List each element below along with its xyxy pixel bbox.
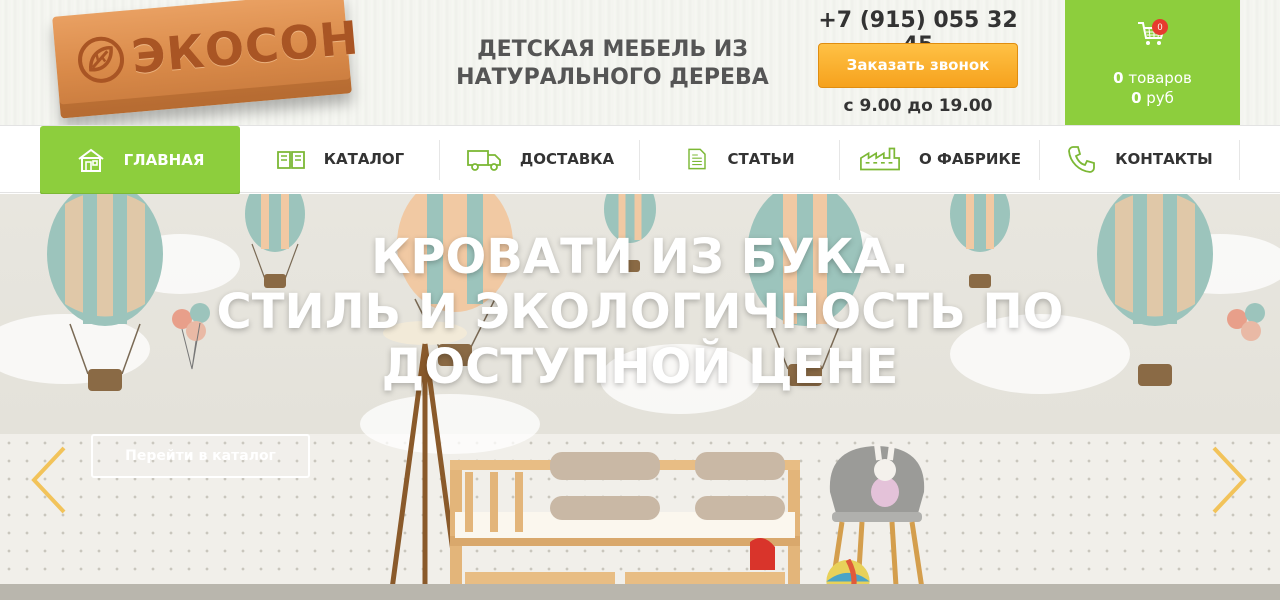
- tagline-line2: НАТУРАЛЬНОГО ДЕРЕВА: [456, 65, 769, 90]
- nav-label: ДОСТАВКА: [519, 150, 615, 168]
- hero-title-line2: СТИЛЬ И ЭКОЛОГИЧНОСТЬ ПО: [216, 284, 1064, 340]
- nav-item-articles[interactable]: СТАТЬИ: [640, 126, 840, 192]
- hero-title-line3: ДОСТУПНОЙ ЦЕНЕ: [381, 339, 899, 395]
- cart-items-count: 0: [1113, 69, 1124, 87]
- house-icon: [78, 148, 104, 172]
- phone-icon: [1068, 146, 1096, 173]
- tagline: ДЕТСКАЯ МЕБЕЛЬ ИЗ НАТУРАЛЬНОГО ДЕРЕВА: [440, 36, 785, 92]
- nav-item-catalog[interactable]: КАТАЛОГ: [240, 126, 440, 192]
- cart-badge: 0: [1152, 19, 1168, 35]
- chevron-right-icon[interactable]: [1210, 444, 1250, 516]
- go-to-catalog-button[interactable]: Перейти в каталог: [91, 434, 310, 478]
- nav-label: О ФАБРИКЕ: [919, 150, 1021, 168]
- nav-label: КОНТАКТЫ: [1115, 150, 1213, 168]
- main-nav: ГЛАВНАЯ КАТАЛОГ ДОСТАВКА СТАТЬИ О ФАБРИК…: [0, 125, 1280, 193]
- nav-item-factory[interactable]: О ФАБРИКЕ: [840, 126, 1040, 192]
- hero-slider: КРОВАТИ ИЗ БУКА. СТИЛЬ И ЭКОЛОГИЧНОСТЬ П…: [0, 194, 1280, 600]
- hero-title-line1: КРОВАТИ ИЗ БУКА.: [371, 229, 909, 285]
- chevron-left-icon[interactable]: [28, 444, 68, 516]
- cart-items-label: товаров: [1128, 69, 1192, 87]
- nav-item-home[interactable]: ГЛАВНАЯ: [40, 126, 240, 193]
- floor: [0, 584, 1280, 600]
- nav-label: КАТАЛОГ: [323, 150, 405, 168]
- logo[interactable]: ЭКОСОН: [52, 0, 361, 119]
- nav-item-contacts[interactable]: КОНТАКТЫ: [1040, 126, 1240, 192]
- bed-illustration: [450, 452, 800, 600]
- working-hours: с 9.00 до 19.00: [843, 96, 993, 116]
- leaf-icon: [78, 36, 125, 83]
- nav-item-delivery[interactable]: ДОСТАВКА: [440, 126, 640, 192]
- order-call-button[interactable]: Заказать звонок: [818, 43, 1018, 88]
- truck-icon: [466, 150, 501, 171]
- factory-icon: [860, 147, 900, 171]
- tagline-line1: ДЕТСКАЯ МЕБЕЛЬ ИЗ: [477, 37, 748, 62]
- site-header: ЭКОСОН ДЕТСКАЯ МЕБЕЛЬ ИЗ НАТУРАЛЬНОГО ДЕ…: [0, 0, 1280, 125]
- cart-items: 0 товаров: [1065, 69, 1240, 87]
- logo-text: ЭКОСОН: [129, 10, 362, 85]
- cart-currency: руб: [1146, 89, 1174, 107]
- book-icon: [276, 151, 305, 169]
- nav-label: СТАТЬИ: [727, 150, 795, 168]
- document-icon: [688, 148, 707, 170]
- hero-title: КРОВАТИ ИЗ БУКА. СТИЛЬ И ЭКОЛОГИЧНОСТЬ П…: [0, 230, 1280, 395]
- cart-sum-value: 0: [1131, 89, 1142, 107]
- nav-label: ГЛАВНАЯ: [123, 150, 205, 169]
- cart-sum: 0 руб: [1065, 89, 1240, 107]
- cart-widget[interactable]: 0 0 товаров 0 руб: [1065, 0, 1240, 125]
